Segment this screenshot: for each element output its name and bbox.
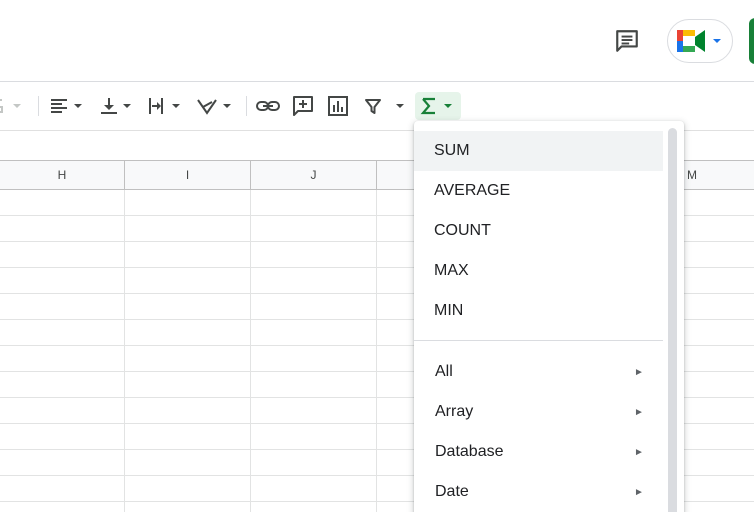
toolbar-divider [38,96,39,116]
submenu-arrow-icon: ► [634,486,644,498]
comment-add-icon [293,96,313,116]
column-gridline [124,190,125,512]
column-gridline [250,190,251,512]
menu-item-max[interactable]: MAX [414,251,663,291]
link-icon [256,101,280,111]
menu-item-category-date[interactable]: Date ► [414,472,663,512]
menu-item-label: COUNT [434,222,491,239]
filter-icon [365,99,404,114]
menu-item-label: Array [435,403,474,420]
menu-item-count[interactable]: COUNT [414,211,663,251]
insert-chart-button[interactable] [325,92,351,120]
functions-sigma-icon [420,97,452,115]
submenu-arrow-icon: ► [634,406,644,418]
chevron-down-icon [713,39,721,43]
column-header-j[interactable]: J [251,161,377,189]
comments-button[interactable] [608,22,646,60]
google-meet-button[interactable] [667,19,733,63]
create-filter-button[interactable] [360,92,410,120]
column-gridline [376,190,377,512]
text-wrapping-button[interactable] [146,92,186,120]
menu-item-label: MAX [434,262,469,279]
insert-link-button[interactable] [254,92,282,120]
column-header-h[interactable]: H [0,161,125,189]
text-rotation-button[interactable] [195,92,237,120]
text-rotation-icon [197,99,231,115]
menu-item-sum[interactable]: SUM [414,131,663,171]
menu-item-label: Database [435,443,504,460]
horizontal-align-button[interactable] [48,92,88,120]
insert-comment-button[interactable] [290,92,316,120]
menu-item-label: AVERAGE [434,182,511,199]
functions-button[interactable] [415,92,461,120]
text-wrap-icon [149,98,180,114]
submenu-arrow-icon: ► [634,366,644,378]
menu-item-label: All [435,363,453,380]
comment-icon [616,30,638,52]
google-meet-icon [677,30,705,52]
column-header-i[interactable]: I [125,161,251,189]
horizontal-align-icon [51,99,82,113]
menu-item-average[interactable]: AVERAGE [414,171,663,211]
menu-item-category-array[interactable]: Array ► [414,392,663,432]
font-size-dropdown[interactable] [0,92,30,120]
menu-item-category-database[interactable]: Database ► [414,432,663,472]
spreadsheet-window: H I J K L M SUM [0,0,754,512]
menu-divider [414,340,663,341]
app-header [0,0,754,82]
chart-icon [328,96,348,116]
menu-item-label: MIN [434,302,464,319]
toolbar-divider [246,96,247,116]
vertical-align-icon [101,98,131,114]
menu-item-min[interactable]: MIN [414,291,663,331]
font-icon [0,99,21,113]
menu-item-label: Date [435,483,469,500]
menu-scrollbar[interactable] [668,128,677,512]
share-button[interactable] [749,18,754,64]
functions-menu: SUM AVERAGE COUNT MAX MIN All ► Array ► … [414,121,684,512]
menu-item-label: SUM [434,142,470,159]
menu-item-category-all[interactable]: All ► [414,352,663,392]
submenu-arrow-icon: ► [634,446,644,458]
vertical-align-button[interactable] [97,92,137,120]
